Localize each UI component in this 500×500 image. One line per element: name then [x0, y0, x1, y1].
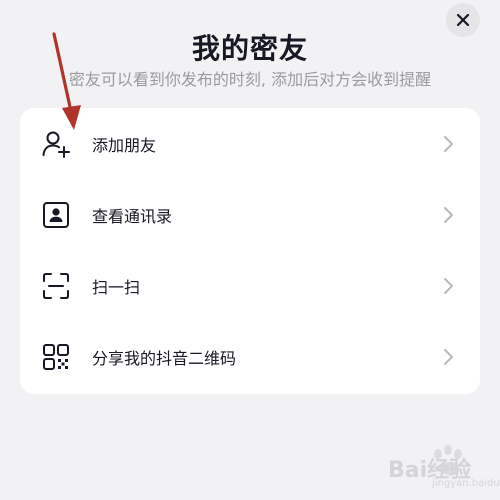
chevron-right-icon	[444, 348, 453, 365]
menu-item-contacts[interactable]: 查看通讯录	[20, 179, 480, 250]
menu-item-label: 分享我的抖音二维码	[92, 348, 237, 368]
scan-icon	[40, 270, 72, 302]
menu-item-label: 添加朋友	[92, 135, 157, 155]
chevron-right-icon	[444, 206, 453, 223]
chevron-right-icon	[444, 135, 453, 152]
menu-card: 添加朋友 查看通讯录 扫一扫 分享我的抖音二维码	[20, 108, 480, 394]
watermark-subtext: jingyan.baidu.com	[432, 478, 500, 489]
qr-code-icon	[40, 341, 72, 373]
annotation-arrow-icon	[52, 32, 81, 130]
menu-item-share-qr[interactable]: 分享我的抖音二维码	[20, 321, 480, 392]
menu-item-label: 扫一扫	[92, 277, 141, 297]
menu-item-scan[interactable]: 扫一扫	[20, 250, 480, 321]
close-icon	[456, 13, 470, 27]
chevron-right-icon	[444, 277, 453, 294]
menu-item-label: 查看通讯录	[92, 206, 173, 226]
contacts-icon	[40, 199, 72, 231]
